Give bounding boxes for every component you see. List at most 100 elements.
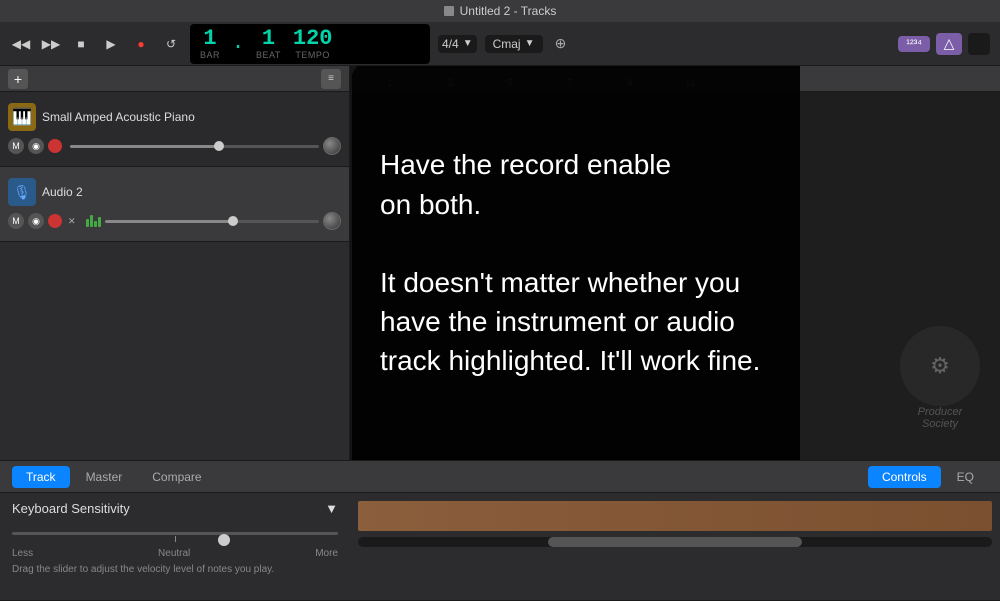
track-controls: M ◉ <box>8 137 341 155</box>
add-track-button[interactable]: + <box>8 69 28 89</box>
tooltip-content: Have the record enable on both. It doesn… <box>380 145 770 380</box>
smart-controls-button[interactable]: ¹²³⁴ <box>898 36 930 52</box>
play-button[interactable]: ▶ <box>100 33 122 55</box>
track-name-row-2: 🎙 Audio 2 <box>8 178 341 206</box>
input-icon: ✕ <box>68 216 76 227</box>
section-label: Keyboard Sensitivity <box>12 501 130 516</box>
tab-track[interactable]: Track <box>12 466 70 488</box>
track-list: + ≡ 🎹 Small Amped Acoustic Piano M ◉ <box>0 66 350 460</box>
main-area: + ≡ 🎹 Small Amped Acoustic Piano M ◉ <box>0 66 1000 460</box>
scrollbar-thumb[interactable] <box>548 537 802 547</box>
tempo-section: 120 TEMPO <box>293 28 333 60</box>
stop-button[interactable]: ■ <box>70 33 92 55</box>
tab-master[interactable]: Master <box>72 466 137 488</box>
tooltip-line4: It doesn't matter whether you <box>380 267 740 298</box>
transport-bar: ◀◀ ▶▶ ■ ▶ ● ↺ 1 BAR . 1 BEAT 120 TEMPO 4… <box>0 22 1000 66</box>
smart-controls-label: ¹²³⁴ <box>906 38 922 50</box>
track-controls-2: M ◉ ✕ <box>8 212 341 230</box>
time-display: 1 BAR . 1 BEAT 120 TEMPO <box>190 24 430 64</box>
title-bar: Untitled 2 - Tracks <box>0 0 1000 22</box>
table-row: 🎹 Small Amped Acoustic Piano M ◉ <box>0 92 349 167</box>
bar-section: 1 BAR <box>200 28 220 60</box>
tab-compare[interactable]: Compare <box>138 466 215 488</box>
piano-roll-strip <box>358 501 992 531</box>
tooltip-overlay: Have the record enable on both. It doesn… <box>350 66 800 460</box>
volume-slider-area <box>70 137 341 155</box>
bottom-tabs: Track Master Compare Controls EQ <box>0 461 1000 493</box>
eq-bar-3 <box>94 221 97 227</box>
arrange-area: 1 3 5 7 9 11 Have the record enable on b… <box>350 66 1000 460</box>
headphones-icon: ◉ <box>28 138 44 154</box>
sensitivity-slider[interactable] <box>12 524 338 544</box>
volume-thumb-2 <box>228 216 238 226</box>
record-arm-button[interactable] <box>48 139 62 153</box>
library-button[interactable]: △ <box>936 33 962 55</box>
horizontal-scrollbar[interactable] <box>358 537 992 547</box>
slider-label-neutral: Neutral <box>158 548 190 559</box>
extra-button[interactable] <box>968 33 990 55</box>
tuner-icon: ⊕ <box>551 34 571 54</box>
volume-slider-2[interactable] <box>105 220 319 223</box>
slider-track <box>12 532 338 535</box>
tab-eq[interactable]: EQ <box>943 466 988 488</box>
volume-slider[interactable] <box>70 145 319 148</box>
loop-button[interactable]: ↺ <box>160 33 182 55</box>
section-dropdown[interactable]: Keyboard Sensitivity ▼ <box>12 501 338 516</box>
slider-center-mark <box>175 536 176 542</box>
record-arm-button-2[interactable] <box>48 214 62 228</box>
pan-knob[interactable] <box>323 137 341 155</box>
track-list-header: + ≡ <box>0 66 349 92</box>
time-separator: . <box>232 32 244 55</box>
volume-slider-area-2 <box>86 212 341 230</box>
options-icon: ≡ <box>328 73 334 84</box>
bottom-left-panel: Keyboard Sensitivity ▼ Less Neutral More… <box>0 493 350 601</box>
eq-indicator <box>86 215 101 227</box>
slider-handle[interactable] <box>218 534 230 546</box>
mute-button-2[interactable]: M <box>8 213 24 229</box>
key-value: Cmaj <box>493 37 521 51</box>
pan-knob-2[interactable] <box>323 212 341 230</box>
forward-button[interactable]: ▶▶ <box>40 33 62 55</box>
tempo-label: TEMPO <box>293 50 333 60</box>
logo-watermark: ⚙ ProducerSociety <box>900 326 980 430</box>
tooltip-line5: have the instrument or audio <box>380 306 735 337</box>
bottom-right-panel <box>350 493 1000 601</box>
producer-icon: ⚙ <box>930 353 950 379</box>
key-selector[interactable]: Cmaj ▼ <box>485 35 543 53</box>
rewind-button[interactable]: ◀◀ <box>10 33 32 55</box>
tempo-value: 120 <box>293 28 333 50</box>
time-sig-selector[interactable]: 4/4 ▼ <box>438 35 477 53</box>
headphones-icon-2: ◉ <box>28 213 44 229</box>
transport-right: ¹²³⁴ △ <box>898 33 990 55</box>
bar-value: 1 <box>200 28 220 50</box>
volume-thumb <box>214 141 224 151</box>
chevron-down-icon: ▼ <box>325 501 338 516</box>
library-icon: △ <box>944 35 955 52</box>
doc-icon <box>444 6 454 16</box>
table-row: 🎙 Audio 2 M ◉ ✕ <box>0 167 349 242</box>
bottom-description: Drag the slider to adjust the velocity l… <box>12 563 338 577</box>
bottom-right-tabs: Controls EQ <box>868 466 988 488</box>
mute-button[interactable]: M <box>8 138 24 154</box>
bar-label: BAR <box>200 50 220 60</box>
track-name-row: 🎹 Small Amped Acoustic Piano <box>8 103 341 131</box>
slider-label-more: More <box>315 548 338 559</box>
beat-section: 1 BEAT <box>256 28 281 60</box>
slider-label-less: Less <box>12 548 33 559</box>
bottom-panel: Track Master Compare Controls EQ Keyboar… <box>0 460 1000 600</box>
eq-bar-2 <box>90 215 93 227</box>
key-chevron: ▼ <box>525 38 535 49</box>
slider-labels: Less Neutral More <box>12 548 338 559</box>
window-title: Untitled 2 - Tracks <box>460 4 557 18</box>
eq-bar-1 <box>86 219 89 227</box>
track-name: Small Amped Acoustic Piano <box>42 110 195 124</box>
track-name-2: Audio 2 <box>42 185 83 199</box>
track-list-options-button[interactable]: ≡ <box>321 69 341 89</box>
record-button[interactable]: ● <box>130 33 152 55</box>
tab-controls[interactable]: Controls <box>868 466 941 488</box>
time-sig-chevron: ▼ <box>463 38 473 49</box>
logo-circle: ⚙ <box>900 326 980 406</box>
eq-bar-4 <box>98 217 101 227</box>
track-instrument-icon: 🎹 <box>8 103 36 131</box>
bottom-content: Keyboard Sensitivity ▼ Less Neutral More… <box>0 493 1000 601</box>
